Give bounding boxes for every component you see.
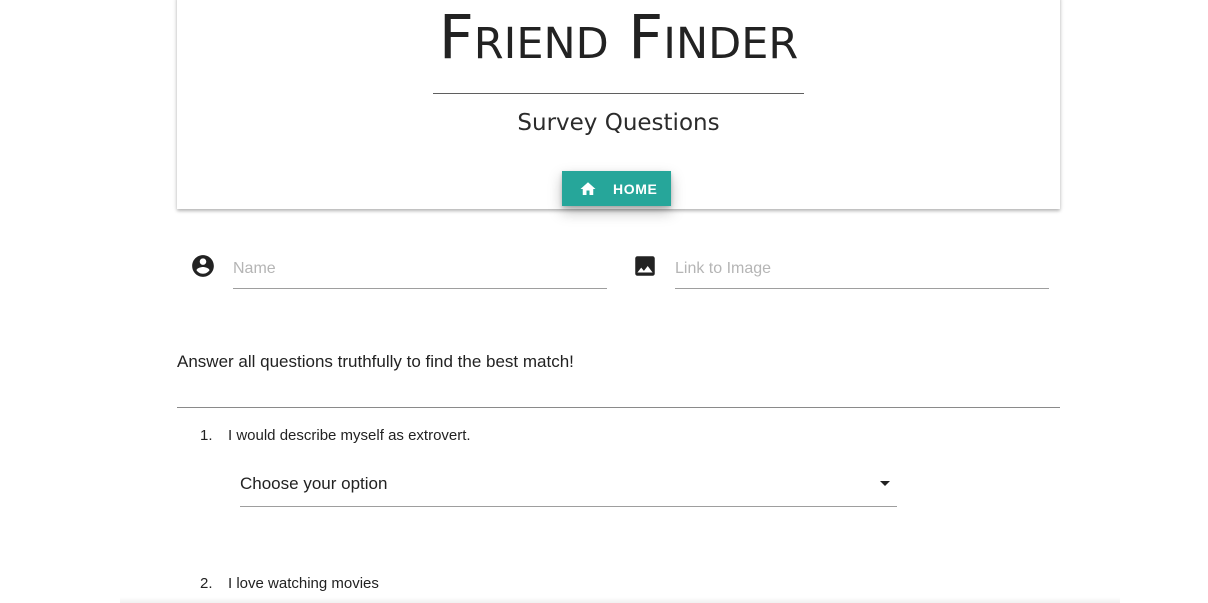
survey-instructions: Answer all questions truthfully to find … (177, 352, 574, 371)
header-card: Friend Finder Survey Questions HOME (177, 0, 1060, 209)
home-button-label: HOME (613, 180, 658, 197)
card-shadow-edge (120, 597, 1120, 603)
question-text: I would describe myself as extrovert. (228, 427, 471, 444)
question-number: 2. (200, 575, 213, 592)
select-value: Choose your option (240, 474, 388, 493)
question-text: I love watching movies (228, 575, 379, 592)
image-link-input[interactable] (675, 250, 1049, 289)
name-field-group (189, 250, 607, 290)
page-title: Friend Finder (438, 2, 799, 73)
image-icon (635, 256, 655, 276)
home-button[interactable]: HOME (562, 171, 671, 206)
name-input[interactable] (233, 250, 607, 289)
page-subtitle: Survey Questions (517, 110, 720, 136)
section-divider (177, 407, 1060, 408)
home-icon (580, 181, 596, 195)
question-number: 1. (200, 427, 213, 444)
image-field-group (631, 250, 1049, 290)
question-1-select[interactable]: Choose your option (240, 470, 897, 507)
title-divider (433, 93, 804, 94)
caret-down-icon (880, 481, 890, 486)
account-circle-icon (192, 255, 214, 277)
